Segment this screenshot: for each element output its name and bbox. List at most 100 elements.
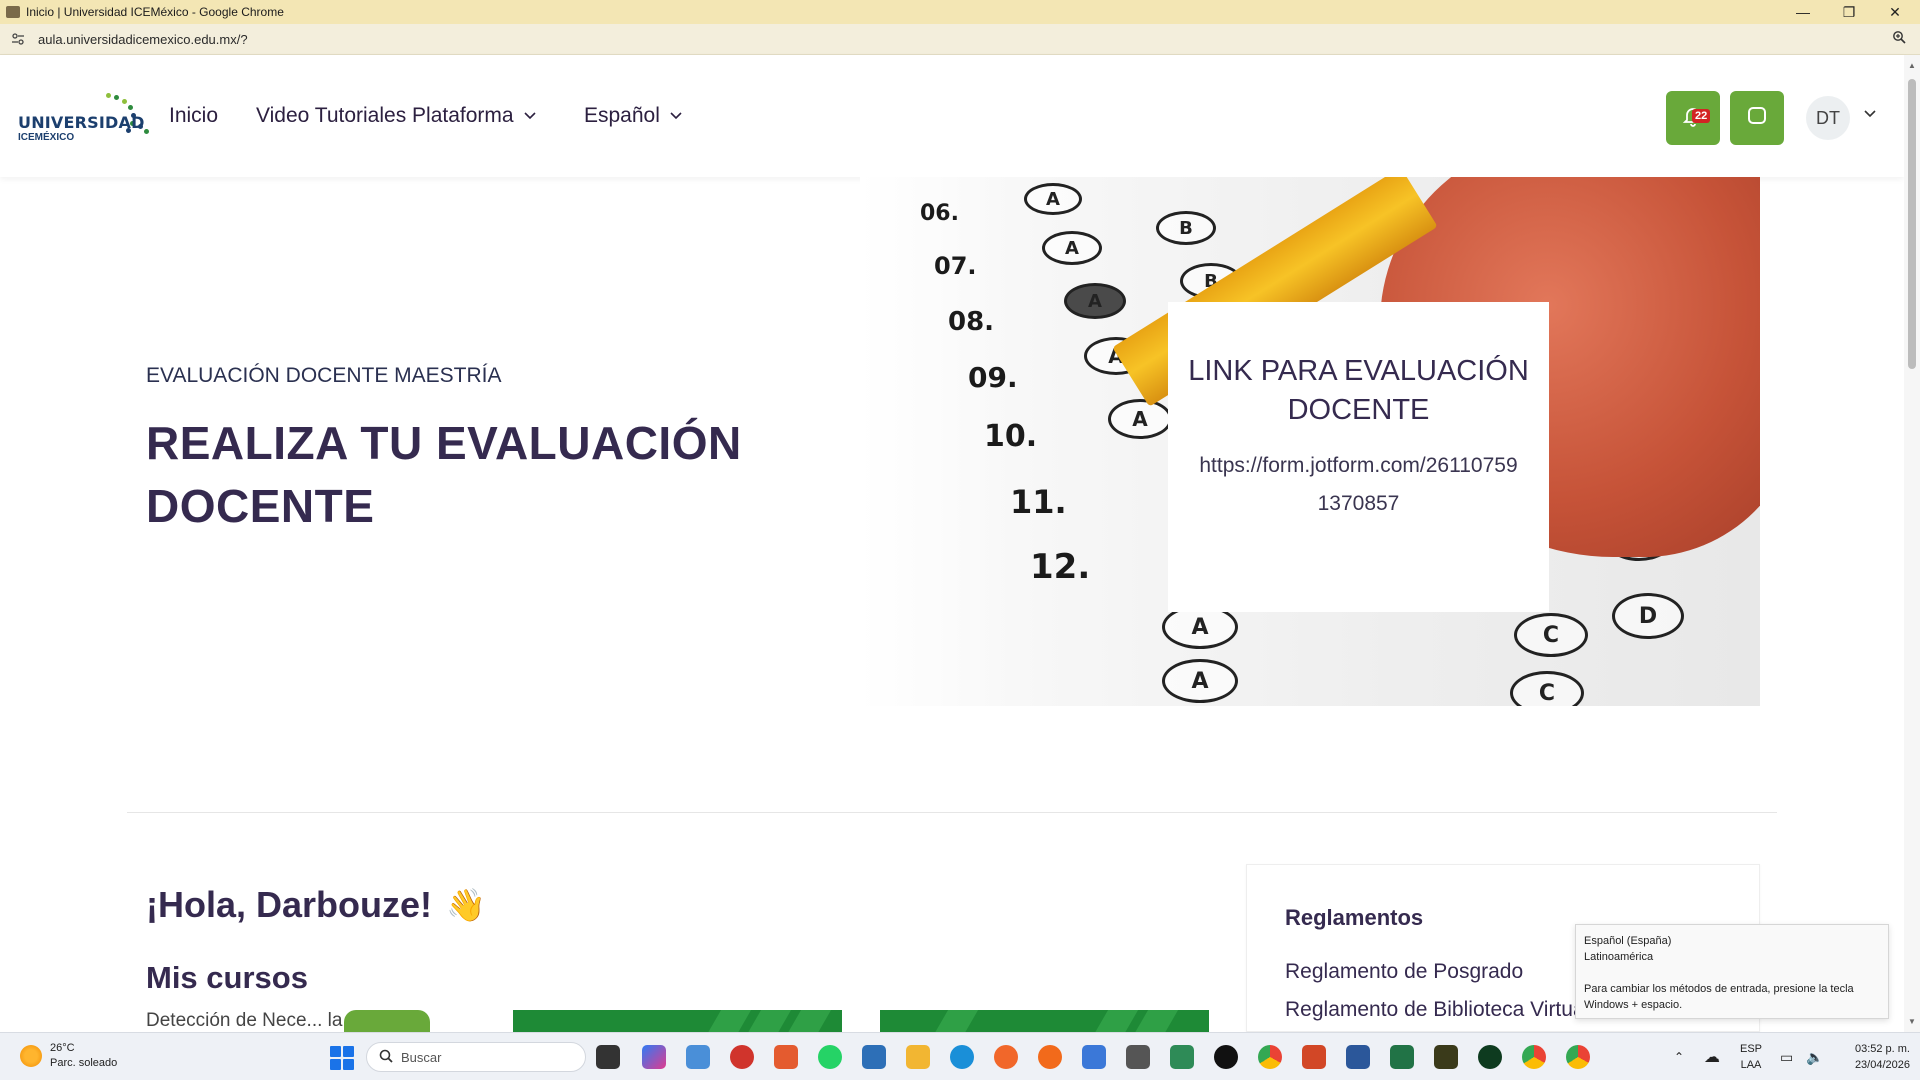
course-card[interactable] — [513, 1010, 842, 1032]
powerpoint-icon[interactable] — [1302, 1045, 1326, 1069]
page-scrollbar[interactable]: ▲ ▼ — [1904, 55, 1920, 1032]
windows-taskbar: 26°C Parc. soleado Buscar ⌃ ☁ ESP LAA ▭ … — [0, 1032, 1920, 1080]
course-card-pattern — [1128, 1010, 1182, 1032]
reglamento-biblioteca-link[interactable]: Reglamento de Biblioteca Virtual — [1285, 998, 1589, 1022]
taskbar-search[interactable]: Buscar — [366, 1042, 586, 1072]
media-player-icon[interactable] — [730, 1045, 754, 1069]
edge-icon[interactable] — [950, 1045, 974, 1069]
course-card[interactable] — [880, 1010, 1209, 1032]
network-icon[interactable]: ▭ — [1780, 1033, 1793, 1080]
show-hidden-icons-icon[interactable]: ⌃ — [1674, 1033, 1684, 1080]
scroll-up-arrow-icon[interactable]: ▲ — [1908, 61, 1916, 70]
course-card-broken-image[interactable]: Detección de Nece... la — [146, 1010, 476, 1032]
site-header: UNIVERSIDAD ICEMÉXICO Inicio Video Tutor… — [0, 55, 1904, 177]
answer-bubble: A — [1024, 183, 1082, 215]
window-title-bar: Inicio | Universidad ICEMéxico - Google … — [0, 0, 1920, 24]
answer-bubble: A — [1042, 231, 1102, 265]
file-explorer-icon[interactable] — [906, 1045, 930, 1069]
notepad-icon[interactable] — [1082, 1045, 1106, 1069]
duckduckgo-icon[interactable] — [1038, 1045, 1062, 1069]
reglamento-posgrado-link[interactable]: Reglamento de Posgrado — [1285, 960, 1523, 984]
course-card-pattern — [701, 1010, 755, 1032]
answer-bubble: A — [1108, 399, 1172, 439]
site-favicon-icon — [6, 6, 20, 18]
partly-sunny-icon — [20, 1045, 42, 1067]
scrollbar-thumb[interactable] — [1908, 79, 1916, 369]
course-card-pattern — [1088, 1010, 1142, 1032]
sheet-number: 06. — [920, 201, 959, 226]
lang-bottom: LAA — [1740, 1059, 1762, 1071]
greeting-heading: ¡Hola, Darbouze! 👋 — [146, 884, 486, 926]
copilot-icon[interactable] — [642, 1045, 666, 1069]
hero-kicker: EVALUACIÓN DOCENTE MAESTRÍA — [146, 364, 502, 387]
answer-bubble: C — [1514, 613, 1588, 657]
ime-region: Latinoamérica — [1584, 951, 1654, 963]
evaluation-form-link[interactable]: https://form.jotform.com/261107591370857 — [1168, 447, 1549, 523]
course-card-pattern — [741, 1010, 795, 1032]
chevron-down-icon — [524, 109, 536, 123]
answer-bubble: A — [1162, 659, 1238, 703]
window-title: Inicio | Universidad ICEMéxico - Google … — [26, 5, 284, 19]
address-bar[interactable]: aula.universidadicemexico.edu.mx/? — [0, 24, 1920, 55]
answer-bubble: C — [1510, 671, 1584, 706]
course-card-pattern — [781, 1010, 835, 1032]
firefox-icon[interactable] — [994, 1045, 1018, 1069]
notifications-button[interactable]: 22 — [1666, 91, 1720, 145]
stocks-icon[interactable] — [1170, 1045, 1194, 1069]
sheet-number: 09. — [968, 361, 1018, 394]
restore-button[interactable]: ❐ — [1826, 0, 1872, 24]
course-progress-pill — [344, 1010, 430, 1032]
nav-language[interactable]: Español — [584, 104, 682, 128]
notification-count-badge: 22 — [1692, 109, 1711, 123]
excel-icon[interactable] — [1390, 1045, 1414, 1069]
user-avatar[interactable]: DT — [1806, 96, 1850, 140]
course-card-pattern — [928, 1010, 982, 1032]
volume-icon[interactable]: 🔈 — [1806, 1033, 1823, 1080]
scroll-down-arrow-icon[interactable]: ▼ — [1908, 1017, 1916, 1026]
ccleaner-icon[interactable] — [1214, 1045, 1238, 1069]
user-menu-chevron-icon[interactable] — [1864, 107, 1876, 121]
logo-text-university: UNIVERSIDAD — [18, 113, 145, 132]
hero-title: REALIZA TU EVALUACIÓN DOCENTE — [146, 417, 742, 532]
task-view-icon[interactable] — [596, 1045, 620, 1069]
nav-video-tutoriales-label: Video Tutoriales Plataforma — [256, 104, 514, 127]
snipping-tool-icon[interactable] — [774, 1045, 798, 1069]
ime-hint: Para cambiar los métodos de entrada, pre… — [1584, 983, 1854, 1011]
remote-desktop-icon[interactable] — [686, 1045, 710, 1069]
word-icon[interactable] — [1346, 1045, 1370, 1069]
clock-date: 23/04/2026 — [1854, 1059, 1910, 1071]
sheet-number: 07. — [934, 252, 977, 280]
filled-answer-bubble: A — [1064, 283, 1126, 319]
clock-time: 03:52 p. m. — [1854, 1043, 1910, 1055]
windows-start-icon[interactable] — [330, 1046, 354, 1070]
upwork-icon[interactable] — [1478, 1045, 1502, 1069]
weather-widget[interactable]: 26°C Parc. soleado — [20, 1041, 117, 1071]
chrome-icon[interactable] — [1258, 1045, 1282, 1069]
site-info-icon[interactable] — [10, 31, 26, 47]
reglamentos-title: Reglamentos — [1285, 905, 1424, 930]
sticky-app-icon[interactable] — [1434, 1045, 1458, 1069]
nav-inicio[interactable]: Inicio — [169, 104, 218, 128]
nav-video-tutoriales[interactable]: Video Tutoriales Plataforma — [256, 104, 536, 128]
chrome-active-icon[interactable] — [1566, 1045, 1590, 1069]
close-button[interactable]: ✕ — [1872, 0, 1918, 24]
whatsapp-icon[interactable] — [818, 1045, 842, 1069]
photos-icon[interactable] — [862, 1045, 886, 1069]
sheet-number: 10. — [984, 419, 1038, 454]
search-icon — [379, 1049, 393, 1066]
system-clock[interactable]: 03:52 p. m. 23/04/2026 — [1840, 1041, 1910, 1073]
waving-hand-icon: 👋 — [446, 887, 486, 923]
zoom-icon[interactable] — [1892, 30, 1906, 47]
messages-button[interactable] — [1730, 91, 1784, 145]
university-logo[interactable]: UNIVERSIDAD ICEMÉXICO — [18, 91, 168, 151]
calculator-icon[interactable] — [1126, 1045, 1150, 1069]
my-courses-heading: Mis cursos — [146, 960, 308, 995]
input-language-indicator[interactable]: ESP LAA — [1736, 1041, 1766, 1073]
onedrive-icon[interactable]: ☁ — [1704, 1033, 1720, 1080]
sheet-number: 11. — [1010, 483, 1067, 521]
link-card-title: LINK PARA EVALUACIÓN DOCENTE — [1188, 355, 1529, 426]
chrome-profile-icon[interactable] — [1522, 1045, 1546, 1069]
section-divider — [127, 812, 1777, 813]
url-text[interactable]: aula.universidadicemexico.edu.mx/? — [38, 32, 248, 47]
minimize-button[interactable]: — — [1780, 0, 1826, 24]
